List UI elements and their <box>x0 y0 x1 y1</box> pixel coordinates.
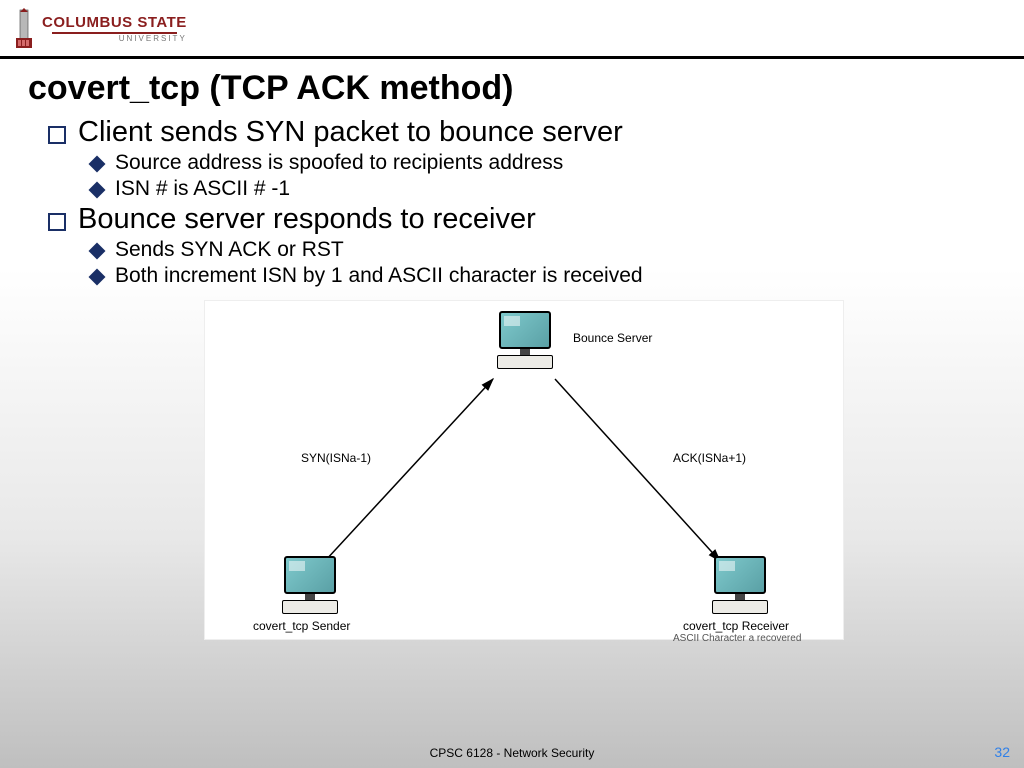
bullet-1-text: Client sends SYN packet to bounce server <box>78 116 623 149</box>
slide-header: COLUMBUS STATE UNIVERSITY <box>0 0 1024 54</box>
diagram-node-receiver <box>705 556 775 614</box>
network-diagram: Bounce Server covert_tcp Sender covert_t… <box>204 300 844 640</box>
university-name: COLUMBUS STATE <box>42 15 187 32</box>
slide-title: covert_tcp (TCP ACK method) <box>0 59 1024 114</box>
diagram-label-sender: covert_tcp Sender <box>253 619 350 633</box>
diagram-node-sender <box>275 556 345 614</box>
diamond-bullet-icon <box>89 156 106 173</box>
subbullet-2-2: Both increment ISN by 1 and ASCII charac… <box>88 264 1000 288</box>
subbullet-1-1-text: Source address is spoofed to recipients … <box>115 151 563 175</box>
diagram-node-bounce-server <box>490 311 560 369</box>
diagram-edge-label-ack: ACK(ISNa+1) <box>673 451 746 465</box>
diagram-note-ascii-recovered: ASCII Character a recovered <box>673 633 801 644</box>
slide-footer: CPSC 6128 - Network Security 32 <box>0 746 1024 760</box>
subbullet-2-1: Sends SYN ACK or RST <box>88 238 1000 262</box>
footer-page-number: 32 <box>994 744 1010 760</box>
university-logo <box>12 8 36 50</box>
diamond-bullet-icon <box>89 269 106 286</box>
bullet-1: Client sends SYN packet to bounce server <box>48 116 1000 149</box>
subbullet-1-2: ISN # is ASCII # -1 <box>88 177 1000 201</box>
subbullet-2-2-text: Both increment ISN by 1 and ASCII charac… <box>115 264 643 288</box>
bullet-2-text: Bounce server responds to receiver <box>78 203 536 236</box>
diagram-label-receiver: covert_tcp Receiver <box>683 619 789 633</box>
subbullet-1-2-text: ISN # is ASCII # -1 <box>115 177 290 201</box>
slide-content: Client sends SYN packet to bounce server… <box>0 116 1024 640</box>
square-bullet-icon <box>48 126 66 144</box>
diamond-bullet-icon <box>89 182 106 199</box>
diagram-edge-label-syn: SYN(ISNa-1) <box>301 451 371 465</box>
university-subname: UNIVERSITY <box>42 34 187 43</box>
subbullet-2-1-text: Sends SYN ACK or RST <box>115 238 344 262</box>
university-name-block: COLUMBUS STATE UNIVERSITY <box>42 15 187 43</box>
bullet-2: Bounce server responds to receiver <box>48 203 1000 236</box>
square-bullet-icon <box>48 213 66 231</box>
diamond-bullet-icon <box>89 243 106 260</box>
subbullet-1-1: Source address is spoofed to recipients … <box>88 151 1000 175</box>
footer-course: CPSC 6128 - Network Security <box>0 746 1024 760</box>
diagram-label-bounce-server: Bounce Server <box>573 331 652 345</box>
